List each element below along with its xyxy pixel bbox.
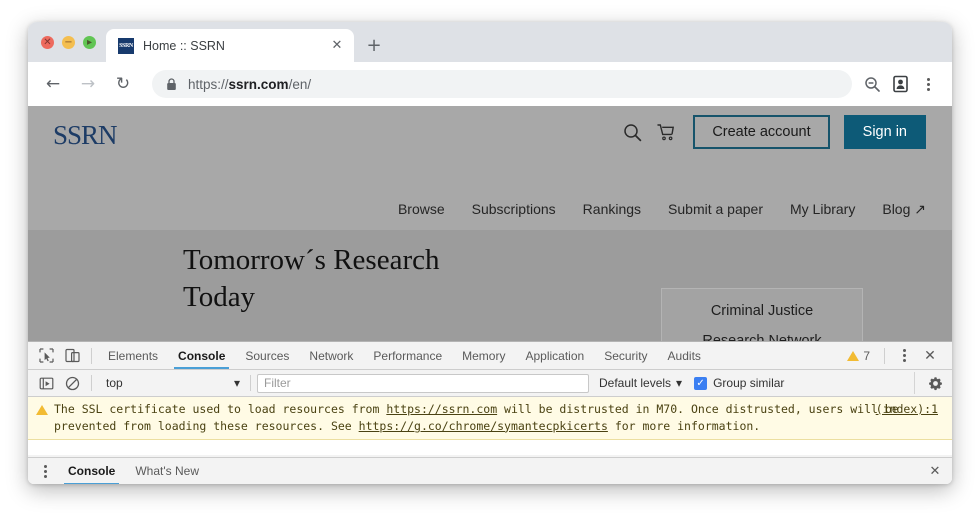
page-viewport: SSRN Create account Sign in Browse Subsc…	[28, 106, 952, 342]
toolbar-divider	[884, 347, 885, 364]
toolbar-divider	[250, 375, 251, 391]
url-host: ssrn.com	[228, 76, 289, 92]
search-icon[interactable]	[615, 115, 649, 149]
drawer-tab-console[interactable]: Console	[58, 458, 125, 484]
console-context-selector[interactable]: top ▾	[98, 374, 244, 393]
inspect-cursor-icon[interactable]	[33, 344, 59, 368]
drawer-more-button[interactable]	[32, 459, 58, 483]
ssrn-site-header: SSRN Create account Sign in Browse Subsc…	[28, 106, 952, 230]
hero-network-card[interactable]: Criminal Justice Research Network	[661, 288, 863, 342]
nav-item-submit-a-paper[interactable]: Submit a paper	[668, 201, 763, 218]
warning-triangle-icon	[36, 405, 48, 415]
window-maximize-button[interactable]: ▸	[83, 36, 96, 49]
console-warning-message[interactable]: The SSL certificate used to load resourc…	[28, 397, 952, 441]
console-output[interactable]: The SSL certificate used to load resourc…	[28, 397, 952, 455]
browser-window: ✕ − ▸ SSRN Home :: SSRN ✕ + ← → ↻ https:…	[28, 22, 952, 484]
hero-card-line-1: Criminal Justice	[710, 303, 814, 319]
devtools-tab-application[interactable]: Application	[515, 342, 594, 369]
reload-button[interactable]: ↻	[108, 69, 138, 99]
browser-tab-home-ssrn[interactable]: SSRN Home :: SSRN ✕	[106, 29, 354, 62]
execute-in-frame-icon[interactable]	[33, 371, 59, 395]
devtools-tab-network[interactable]: Network	[299, 342, 363, 369]
window-close-button[interactable]: ✕	[41, 36, 54, 49]
console-log-levels-selector[interactable]: Default levels ▾	[599, 376, 682, 390]
kebab-menu-icon	[43, 464, 47, 478]
nav-item-rankings[interactable]: Rankings	[583, 201, 641, 218]
window-minimize-button[interactable]: −	[62, 36, 75, 49]
hero-title: Tomorrow´s Research Today	[183, 244, 440, 314]
url-scheme: https://	[188, 76, 229, 92]
url-path: /en/	[288, 76, 312, 92]
window-traffic-lights: ✕ − ▸	[28, 36, 106, 62]
forward-button[interactable]: →	[73, 69, 103, 99]
devtools-tab-sources[interactable]: Sources	[235, 342, 299, 369]
chevron-down-icon: ▾	[233, 376, 240, 390]
address-bar[interactable]: https://ssrn.com/en/	[152, 70, 852, 98]
devtools-tab-memory[interactable]: Memory	[452, 342, 515, 369]
group-similar-checkbox[interactable]: ✓ Group similar	[694, 376, 784, 390]
nav-item-my-library[interactable]: My Library	[790, 201, 855, 218]
devtools-panel: Elements Console Sources Network Perform…	[28, 341, 952, 484]
console-filter-input[interactable]: Filter	[257, 373, 589, 393]
address-bar-url: https://ssrn.com/en/	[188, 77, 311, 92]
cart-icon[interactable]	[649, 115, 683, 149]
devtools-tabbar-right: 7 ✕	[847, 344, 947, 368]
kebab-menu-icon	[902, 349, 906, 362]
profile-avatar-icon[interactable]	[886, 70, 914, 98]
clear-console-icon[interactable]	[59, 371, 85, 395]
console-context-value: top	[106, 376, 123, 390]
warning-triangle-icon	[847, 350, 860, 361]
nav-item-browse[interactable]: Browse	[398, 201, 445, 218]
warning-link-ssrn[interactable]: https://ssrn.com	[386, 402, 497, 416]
drawer-tab-whats-new[interactable]: What's New	[125, 458, 209, 485]
lock-icon	[166, 77, 177, 91]
toolbar-divider	[91, 375, 92, 391]
close-icon[interactable]: ✕	[328, 37, 346, 55]
devtools-tab-audits[interactable]: Audits	[658, 342, 711, 369]
browser-menu-button[interactable]	[914, 70, 942, 98]
browser-tab-strip: ✕ − ▸ SSRN Home :: SSRN ✕ +	[28, 22, 952, 62]
warning-link-symantec[interactable]: https://g.co/chrome/symantecpkicerts	[359, 419, 608, 433]
device-toolbar-icon[interactable]	[59, 344, 85, 368]
devtools-tab-performance[interactable]: Performance	[363, 342, 452, 369]
toolbar-divider	[91, 347, 92, 364]
new-tab-button[interactable]: +	[360, 31, 388, 59]
nav-item-blog[interactable]: Blog ↗	[882, 201, 926, 218]
create-account-button[interactable]: Create account	[693, 115, 830, 149]
devtools-more-button[interactable]	[891, 344, 917, 368]
kebab-menu-icon	[926, 77, 930, 91]
zoom-out-icon[interactable]	[858, 70, 886, 98]
chevron-down-icon: ▾	[676, 376, 683, 390]
ssrn-hero: Tomorrow´s Research Today Criminal Justi…	[28, 230, 952, 342]
nav-item-subscriptions[interactable]: Subscriptions	[472, 201, 556, 218]
console-warning-text: The SSL certificate used to load resourc…	[54, 401, 946, 434]
warning-count-badge[interactable]: 7	[847, 349, 878, 363]
devtools-drawer-tabbar: Console What's New ✕	[28, 457, 952, 484]
browser-omnibox-row: ← → ↻ https://ssrn.com/en/	[28, 62, 952, 106]
console-filter-placeholder: Filter	[264, 376, 291, 390]
ssrn-logo[interactable]: SSRN	[53, 120, 118, 151]
browser-tab-title: Home :: SSRN	[143, 38, 225, 53]
back-button[interactable]: ←	[38, 69, 68, 99]
header-actions: Create account Sign in	[615, 115, 926, 149]
checkbox-checked-icon: ✓	[694, 376, 708, 390]
gear-icon[interactable]	[914, 372, 947, 394]
ssrn-favicon-icon: SSRN	[118, 37, 134, 54]
console-message-source-link[interactable]: (index):1	[876, 402, 938, 416]
ssrn-main-nav: Browse Subscriptions Rankings Submit a p…	[398, 201, 926, 218]
devtools-tab-console[interactable]: Console	[168, 342, 235, 369]
devtools-tabbar: Elements Console Sources Network Perform…	[28, 342, 952, 370]
sign-in-button[interactable]: Sign in	[843, 115, 926, 149]
console-filter-toolbar: top ▾ Filter Default levels ▾ ✓ Group si…	[28, 370, 952, 397]
warning-count-value: 7	[863, 348, 870, 363]
group-similar-label: Group similar	[713, 376, 785, 390]
devtools-tab-elements[interactable]: Elements	[98, 342, 168, 369]
warning-text-part-1: The SSL certificate used to load resourc…	[54, 402, 387, 416]
devtools-close-button[interactable]: ✕	[917, 344, 943, 368]
warning-text-part-3: for more information.	[607, 418, 761, 433]
console-log-levels-value: Default levels	[599, 376, 672, 390]
devtools-tab-security[interactable]: Security	[594, 342, 657, 369]
drawer-close-button[interactable]: ✕	[922, 460, 948, 482]
